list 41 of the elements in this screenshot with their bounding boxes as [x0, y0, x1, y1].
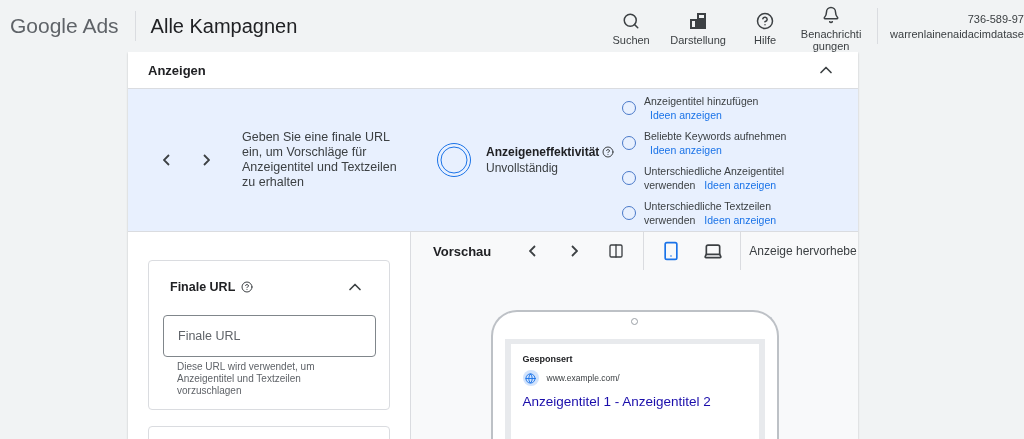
strength-title: Anzeigeneffektivität	[486, 145, 600, 159]
ad-headline[interactable]: Anzeigentitel 1 - Anzeigentitel 2	[522, 394, 747, 409]
hint-text: Geben Sie eine finale URL ein, um Vorschläge für Anzeigentitel und Textzeilen zu erhalten	[242, 130, 398, 190]
header-action-button[interactable]: Hilfe	[737, 12, 794, 46]
chevron-left-icon	[528, 245, 536, 257]
help-icon[interactable]	[241, 281, 254, 293]
ideas-link[interactable]: Ideen anzeigen	[650, 143, 722, 156]
strength-status: Unvollständig	[486, 161, 560, 175]
page-title: Alle Kampagnen	[150, 14, 299, 38]
help-text: Diese URL wird verwendet, um Anzeigentitel und Textzeilen vorzuschlagen	[177, 361, 316, 397]
account-info[interactable]: 736-589-97 warrenlainenaidacimdatase	[877, 8, 1024, 44]
globe-icon	[522, 370, 539, 386]
tip-text: Beliebte Keywords aufnehmen Ideen anzeigen	[644, 128, 788, 157]
search-icon	[622, 12, 641, 30]
url-input-field[interactable]: Finale URL	[163, 315, 376, 357]
preview-title: Vorschau	[433, 243, 492, 259]
strength-ring-icon	[436, 142, 472, 178]
help-icon[interactable]	[602, 146, 615, 158]
ad-url: www.example.com/	[546, 373, 620, 383]
tip-text: Anzeigentitel hinzufügen Ideen anzeigen	[644, 93, 760, 122]
tip-text: Unterschiedliche Textzeilen verwenden Ideen anzeigen	[644, 198, 778, 227]
help-icon	[756, 12, 775, 30]
header-action-button[interactable]: Darstellung	[659, 12, 738, 46]
ideas-link[interactable]: Ideen anzeigen	[650, 108, 722, 121]
chevron-left-icon	[162, 154, 170, 166]
laptop-icon	[703, 241, 724, 261]
ideas-link[interactable]: Ideen anzeigen	[704, 213, 777, 226]
columns-icon	[608, 243, 625, 259]
chevron-right-icon	[202, 154, 210, 166]
highlight-label[interactable]: Anzeige hervorhebe	[749, 244, 857, 258]
sponsored-label: Gesponsert	[522, 354, 574, 364]
header-action-button[interactable]: Suchen	[603, 12, 660, 46]
bar-chart-icon	[689, 12, 708, 30]
chevron-right-icon	[570, 245, 578, 257]
tip-text: Unterschiedliche Anzeigentitel verwenden Ideen anzeigen	[644, 163, 786, 192]
app-logo: Google Ads	[10, 11, 136, 41]
section-title: Anzeigen	[148, 62, 206, 78]
bell-icon	[822, 6, 841, 24]
card-title: Finale URL	[170, 280, 236, 294]
ideas-link[interactable]: Ideen anzeigen	[704, 178, 777, 191]
header-action-button[interactable]: Benachrichti gungen	[793, 6, 870, 52]
